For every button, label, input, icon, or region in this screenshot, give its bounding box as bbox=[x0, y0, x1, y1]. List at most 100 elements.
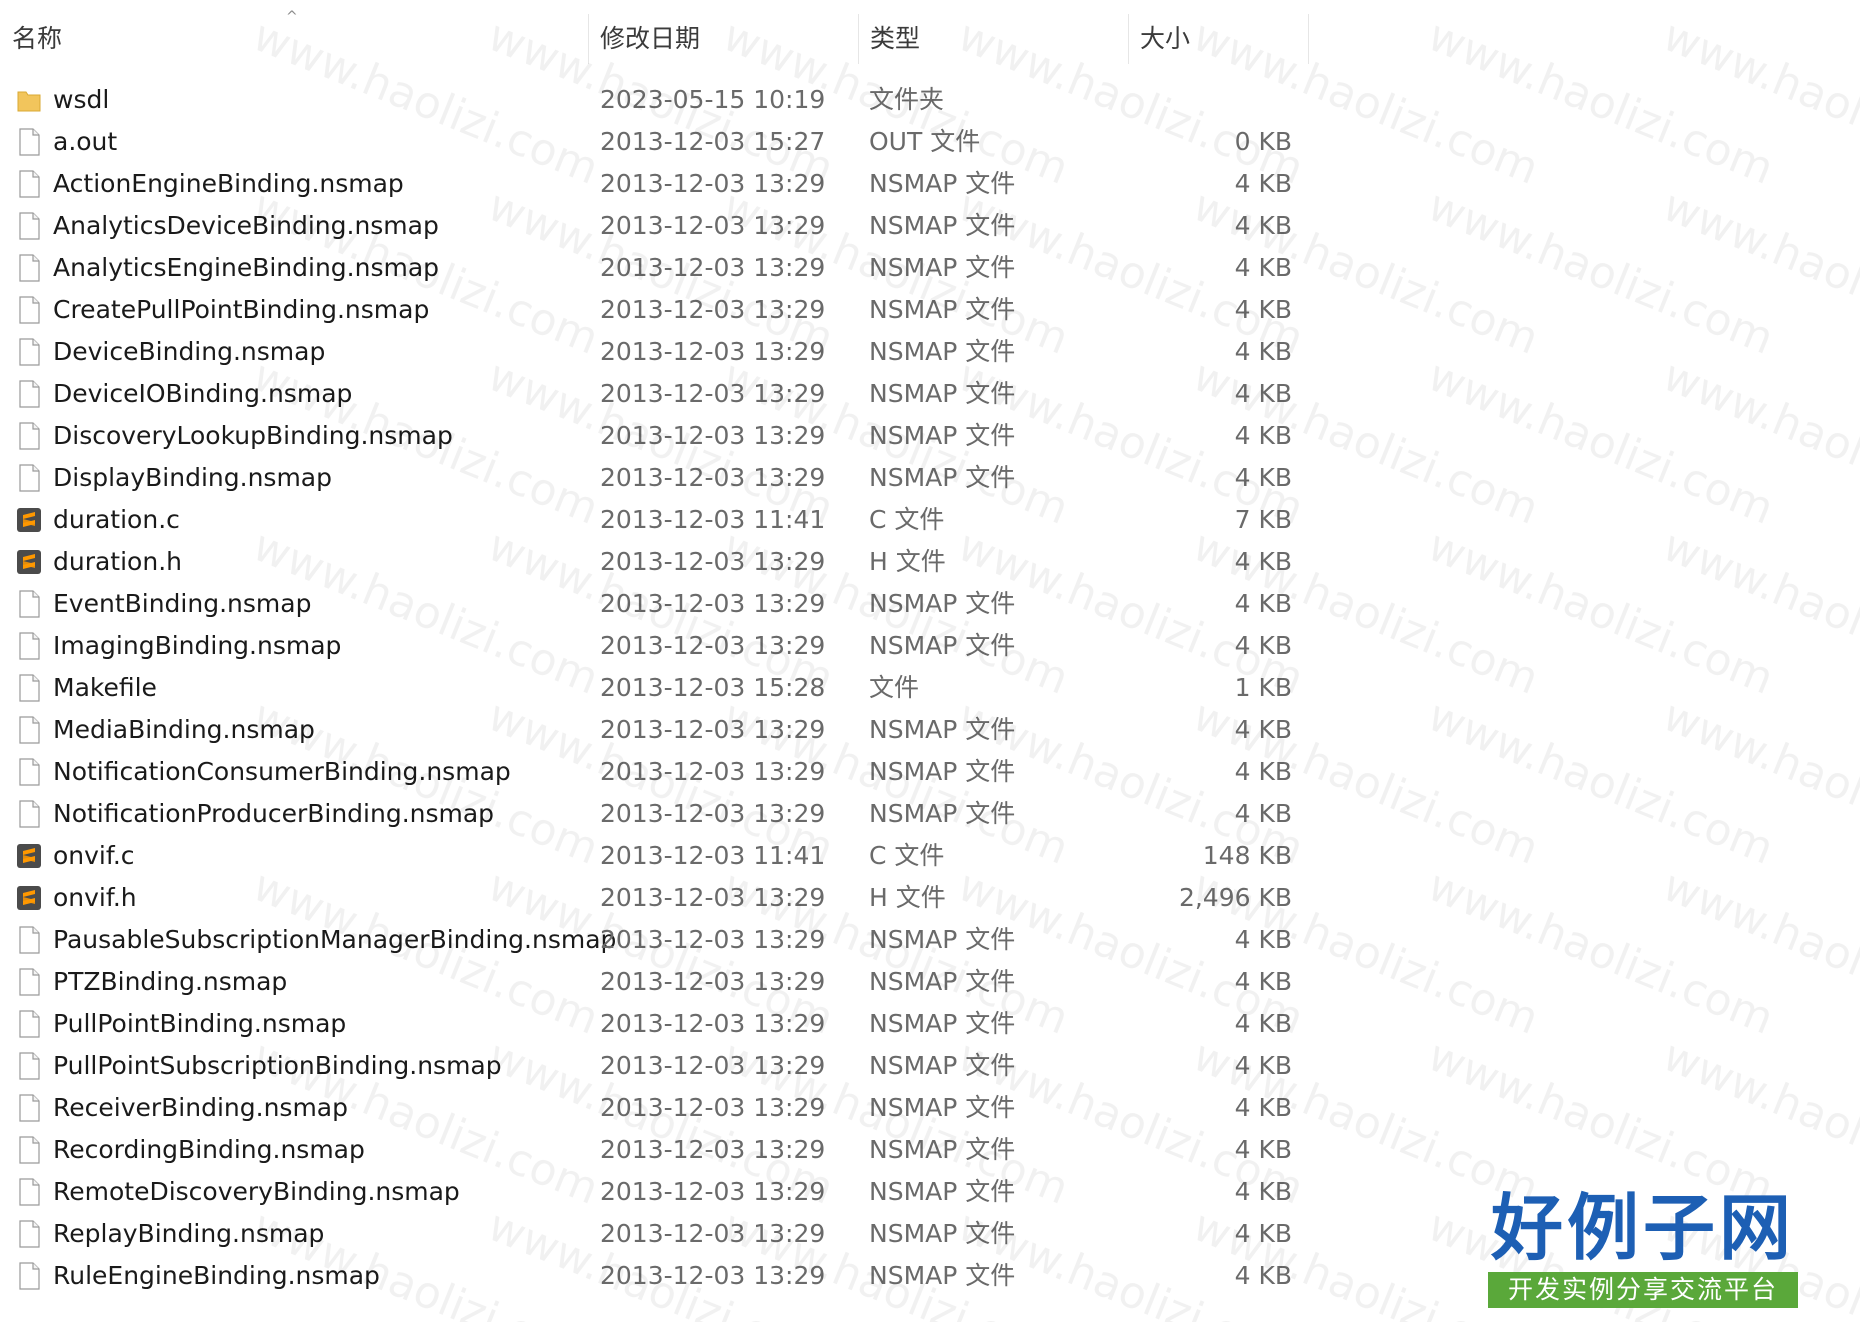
file-type: NSMAP 文件 bbox=[869, 757, 1016, 786]
file-row[interactable]: duration.h 2013-12-03 13:29 H 文件 4 KB bbox=[0, 541, 1320, 583]
watermark-text: www.haolizi.com bbox=[1655, 180, 1860, 365]
file-name: RecordingBinding.nsmap bbox=[53, 1135, 365, 1164]
file-name: ActionEngineBinding.nsmap bbox=[53, 169, 404, 198]
file-name: EventBinding.nsmap bbox=[53, 589, 312, 618]
file-row[interactable]: ImagingBinding.nsmap 2013-12-03 13:29 NSMA… bbox=[0, 625, 1320, 667]
file-name: PullPointSubscriptionBinding.nsmap bbox=[53, 1051, 502, 1080]
file-size: 4 KB bbox=[1234, 631, 1292, 660]
file-icon bbox=[16, 1135, 42, 1165]
sublime-text-icon bbox=[16, 547, 42, 577]
column-divider[interactable] bbox=[1308, 14, 1309, 64]
file-name: a.out bbox=[53, 127, 118, 156]
file-type: H 文件 bbox=[869, 883, 946, 912]
column-header-type[interactable]: 类型 bbox=[858, 14, 1128, 64]
file-modified-date: 2013-12-03 13:29 bbox=[600, 211, 826, 240]
file-row[interactable]: DiscoveryLookupBinding.nsmap 2013-12-03 1… bbox=[0, 415, 1320, 457]
file-row[interactable]: PullPointBinding.nsmap 2013-12-03 13:29 NS… bbox=[0, 1003, 1320, 1045]
column-header-name[interactable]: 名称 bbox=[0, 14, 588, 64]
file-row[interactable]: RecordingBinding.nsmap 2013-12-03 13:29 NS… bbox=[0, 1129, 1320, 1171]
file-row[interactable]: CreatePullPointBinding.nsmap 2013-12-03 1… bbox=[0, 289, 1320, 331]
file-row[interactable]: ActionEngineBinding.nsmap 2013-12-03 13:2… bbox=[0, 163, 1320, 205]
file-icon bbox=[16, 925, 42, 955]
file-modified-date: 2013-12-03 13:29 bbox=[600, 1009, 826, 1038]
file-modified-date: 2013-12-03 11:41 bbox=[600, 505, 826, 534]
file-size: 0 KB bbox=[1234, 127, 1292, 156]
file-modified-date: 2013-12-03 13:29 bbox=[600, 1135, 826, 1164]
file-row[interactable]: AnalyticsEngineBinding.nsmap 2013-12-03 1… bbox=[0, 247, 1320, 289]
file-size: 4 KB bbox=[1234, 211, 1292, 240]
file-type: NSMAP 文件 bbox=[869, 421, 1016, 450]
file-size bbox=[1140, 79, 1292, 121]
sublime-text-icon bbox=[16, 883, 42, 913]
file-size: 4 KB bbox=[1234, 757, 1292, 786]
file-size: 4 KB bbox=[1234, 925, 1292, 954]
file-size: 4 KB bbox=[1234, 1261, 1292, 1290]
file-name: ReplayBinding.nsmap bbox=[53, 1219, 325, 1248]
file-modified-date: 2013-12-03 13:29 bbox=[600, 925, 826, 954]
file-type: NSMAP 文件 bbox=[869, 169, 1016, 198]
file-row[interactable]: PTZBinding.nsmap 2013-12-03 13:29 NSMAP 文件… bbox=[0, 961, 1320, 1003]
file-size: 4 KB bbox=[1234, 463, 1292, 492]
file-row[interactable]: a.out 2013-12-03 15:27 OUT 文件 0 KB bbox=[0, 121, 1320, 163]
file-size: 4 KB bbox=[1234, 379, 1292, 408]
file-row[interactable]: Makefile 2013-12-03 15:28 文件 1 KB bbox=[0, 667, 1320, 709]
file-row[interactable]: duration.c 2013-12-03 11:41 C 文件 7 KB bbox=[0, 499, 1320, 541]
file-type: C 文件 bbox=[869, 505, 945, 534]
file-row[interactable]: PausableSubscriptionManagerBinding.nsmap… bbox=[0, 919, 1320, 961]
sublime-text-icon bbox=[16, 841, 42, 871]
file-name: DiscoveryLookupBinding.nsmap bbox=[53, 421, 453, 450]
file-modified-date: 2013-12-03 11:41 bbox=[600, 841, 826, 870]
file-row[interactable]: DisplayBinding.nsmap 2013-12-03 13:29 NSMA… bbox=[0, 457, 1320, 499]
file-row[interactable]: onvif.c 2013-12-03 11:41 C 文件 148 KB bbox=[0, 835, 1320, 877]
file-row[interactable]: AnalyticsDeviceBinding.nsmap 2013-12-03 1… bbox=[0, 205, 1320, 247]
file-type: NSMAP 文件 bbox=[869, 631, 1016, 660]
column-header-size[interactable]: 大小 bbox=[1128, 14, 1308, 64]
file-modified-date: 2013-12-03 13:29 bbox=[600, 757, 826, 786]
file-modified-date: 2013-12-03 13:29 bbox=[600, 421, 826, 450]
file-icon bbox=[16, 1219, 42, 1249]
file-name: RuleEngineBinding.nsmap bbox=[53, 1261, 380, 1290]
file-type: NSMAP 文件 bbox=[869, 1009, 1016, 1038]
file-type: NSMAP 文件 bbox=[869, 1135, 1016, 1164]
file-icon bbox=[16, 421, 42, 451]
file-row[interactable]: RuleEngineBinding.nsmap 2013-12-03 13:29 N… bbox=[0, 1255, 1320, 1297]
file-row[interactable]: NotificationProducerBinding.nsmap 2013-12… bbox=[0, 793, 1320, 835]
file-size: 4 KB bbox=[1234, 715, 1292, 744]
file-size: 4 KB bbox=[1234, 253, 1292, 282]
file-row[interactable]: RemoteDiscoveryBinding.nsmap 2013-12-03 1… bbox=[0, 1171, 1320, 1213]
file-size: 4 KB bbox=[1234, 967, 1292, 996]
file-icon bbox=[16, 295, 42, 325]
file-name: ReceiverBinding.nsmap bbox=[53, 1093, 348, 1122]
file-row[interactable]: ReplayBinding.nsmap 2013-12-03 13:29 NSMAP… bbox=[0, 1213, 1320, 1255]
file-icon bbox=[16, 631, 42, 661]
file-type: NSMAP 文件 bbox=[869, 967, 1016, 996]
file-type: NSMAP 文件 bbox=[869, 211, 1016, 240]
file-size: 1 KB bbox=[1234, 673, 1292, 702]
file-row[interactable]: wsdl 2023-05-15 10:19 文件夹 bbox=[0, 79, 1320, 121]
file-row[interactable]: ReceiverBinding.nsmap 2013-12-03 13:29 NSM… bbox=[0, 1087, 1320, 1129]
file-type: NSMAP 文件 bbox=[869, 337, 1016, 366]
folder-icon bbox=[16, 85, 42, 115]
file-name: AnalyticsDeviceBinding.nsmap bbox=[53, 211, 439, 240]
file-row[interactable]: MediaBinding.nsmap 2013-12-03 13:29 NSMAP … bbox=[0, 709, 1320, 751]
file-type: NSMAP 文件 bbox=[869, 463, 1016, 492]
file-icon bbox=[16, 1261, 42, 1291]
file-type: 文件夹 bbox=[869, 85, 945, 114]
file-size: 4 KB bbox=[1234, 1177, 1292, 1206]
file-row[interactable]: PullPointSubscriptionBinding.nsmap 2013-1… bbox=[0, 1045, 1320, 1087]
file-row[interactable]: NotificationConsumerBinding.nsmap 2013-12… bbox=[0, 751, 1320, 793]
file-icon bbox=[16, 715, 42, 745]
logo-title: 好例子网 bbox=[1490, 1185, 1795, 1270]
file-modified-date: 2013-12-03 13:29 bbox=[600, 883, 826, 912]
file-row[interactable]: EventBinding.nsmap 2013-12-03 13:29 NSMAP … bbox=[0, 583, 1320, 625]
file-row[interactable]: DeviceIOBinding.nsmap 2013-12-03 13:29 NSM… bbox=[0, 373, 1320, 415]
file-row[interactable]: onvif.h 2013-12-03 13:29 H 文件 2,496 KB bbox=[0, 877, 1320, 919]
file-size: 4 KB bbox=[1234, 1219, 1292, 1248]
column-header-modified[interactable]: 修改日期 bbox=[588, 14, 858, 64]
file-size: 4 KB bbox=[1234, 1051, 1292, 1080]
file-modified-date: 2013-12-03 13:29 bbox=[600, 379, 826, 408]
file-icon bbox=[16, 673, 42, 703]
file-modified-date: 2013-12-03 13:29 bbox=[600, 547, 826, 576]
file-row[interactable]: DeviceBinding.nsmap 2013-12-03 13:29 NSMAP… bbox=[0, 331, 1320, 373]
file-modified-date: 2013-12-03 13:29 bbox=[600, 967, 826, 996]
